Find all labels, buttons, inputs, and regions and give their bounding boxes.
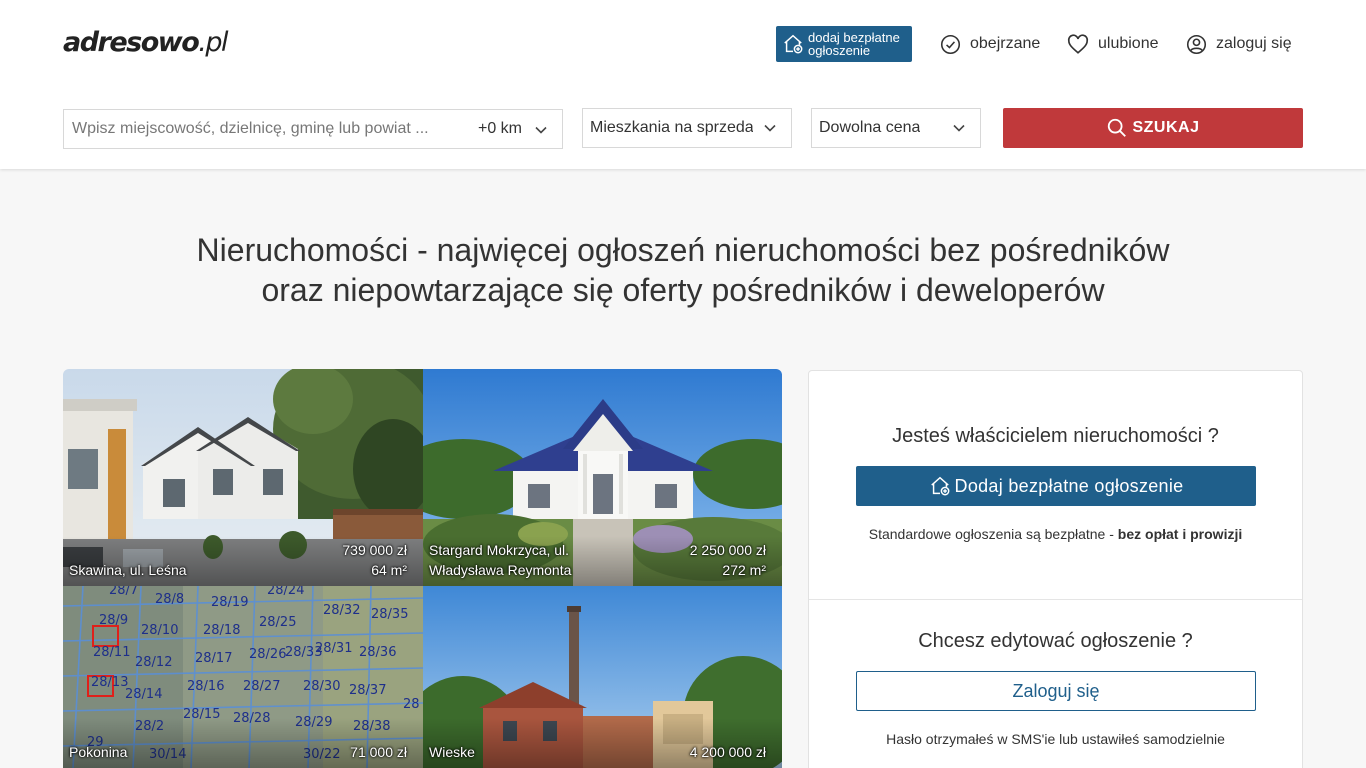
headline-line-1: Nieruchomości - najwięcej ogłoszeń nieru… (196, 232, 1170, 268)
svg-text:28/32: 28/32 (323, 603, 360, 618)
svg-text:28/17: 28/17 (195, 651, 232, 666)
nav-login-label: zaloguj się (1216, 35, 1292, 52)
radius-selector[interactable]: +0 km (478, 120, 522, 138)
svg-text:28/27: 28/27 (243, 679, 280, 694)
headline-line-2: oraz niepowtarzające się oferty pośredni… (261, 272, 1105, 308)
nav-login[interactable]: zaloguj się (1186, 32, 1292, 56)
nav-viewed-label: obejrzane (970, 35, 1041, 52)
svg-text:28/8: 28/8 (155, 592, 184, 607)
free-note: Standardowe ogłoszenia są bezpłatne - be… (809, 526, 1302, 542)
search-button-label: SZUKAJ (1132, 119, 1200, 136)
property-type-select[interactable]: Mieszkania na sprzedaż (582, 108, 792, 148)
free-note-text: Standardowe ogłoszenia są bezpłatne - (868, 526, 1118, 542)
svg-text:28/11: 28/11 (93, 645, 130, 660)
password-note: Hasło otrzymałeś w SMS'ie lub ustawiłeś … (886, 731, 1225, 747)
site-header: adresowo.pl dodaj bezpłatne ogłoszenie o… (0, 0, 1366, 169)
listing-price: 71 000 zł (350, 742, 407, 762)
site-logo[interactable]: adresowo.pl (63, 27, 229, 58)
listing-price: 739 000 zł 64 m² (342, 540, 407, 580)
svg-text:28/10: 28/10 (141, 623, 178, 638)
heart-icon (1067, 33, 1089, 54)
check-circle-icon (940, 34, 961, 54)
search-button[interactable]: SZUKAJ (1003, 108, 1303, 148)
listing-tile[interactable]: Stargard Mokrzyca, ul. Władysława Reymon… (423, 369, 782, 586)
login-button-label: Zaloguj się (1012, 680, 1100, 701)
add-free-listing-label: Dodaj bezpłatne ogłoszenie (954, 475, 1184, 496)
owner-panel: Jesteś właścicielem nieruchomości ? Doda… (808, 370, 1303, 768)
featured-listings: Skawina, ul. Leśna 739 000 zł 64 m² Star… (63, 369, 782, 768)
owner-title: Jesteś właścicielem nieruchomości ? (892, 425, 1219, 447)
search-icon (1108, 118, 1127, 137)
listing-location: Pokonina (69, 744, 128, 760)
listing-price: 4 200 000 zł (690, 742, 766, 762)
svg-text:28/37: 28/37 (349, 683, 386, 698)
location-search-input[interactable] (64, 110, 464, 148)
listing-price-value: 4 200 000 zł (689, 744, 766, 760)
listing-location: Stargard Mokrzyca, ul. Władysława Reymon… (429, 542, 572, 578)
nav-favorites[interactable]: ulubione (1067, 32, 1159, 56)
logo-main: adresowo (63, 27, 200, 58)
svg-text:28/31: 28/31 (315, 641, 352, 656)
chevron-down-icon[interactable] (534, 123, 548, 137)
svg-text:28/36: 28/36 (359, 645, 396, 660)
house-plus-icon (930, 476, 949, 496)
svg-text:28/30: 28/30 (303, 679, 340, 694)
listing-location: Skawina, ul. Leśna (69, 562, 187, 578)
listing-price-value: 2 250 000 zł (689, 542, 766, 558)
chevron-down-icon (953, 124, 965, 132)
nav-favorites-label: ulubione (1098, 35, 1159, 52)
svg-text:28/16: 28/16 (187, 679, 224, 694)
listing-area: 64 m² (371, 562, 407, 578)
svg-text:28/14: 28/14 (125, 687, 162, 702)
price-value: Dowolna cena (819, 119, 921, 136)
page-headline: Nieruchomości - najwięcej ogłoszeń nieru… (0, 230, 1366, 310)
add-listing-label: dodaj bezpłatne ogłoszenie (808, 30, 900, 58)
login-button[interactable]: Zaloguj się (856, 671, 1256, 711)
property-type-value: Mieszkania na sprzedaż (590, 119, 753, 136)
edit-title: Chcesz edytować ogłoszenie ? (918, 630, 1193, 652)
listing-tile[interactable]: Wieske 4 200 000 zł (423, 586, 782, 768)
listing-area: 272 m² (722, 562, 766, 578)
svg-text:28/12: 28/12 (135, 655, 172, 670)
logo-tld: .pl (198, 27, 228, 58)
panel-divider (809, 599, 1302, 600)
listing-tile[interactable]: Skawina, ul. Leśna 739 000 zł 64 m² (63, 369, 423, 586)
svg-text:28/9: 28/9 (99, 613, 128, 628)
listing-location: Wieske (429, 744, 475, 760)
listing-price-value: 71 000 zł (350, 744, 407, 760)
svg-text:28: 28 (403, 697, 420, 712)
svg-text:28/26: 28/26 (249, 647, 286, 662)
location-search: +0 km (63, 109, 563, 149)
listing-tile[interactable]: 28/7 28/8 28/19 28/24 28/32 28/35 28/9 28/10 2… (63, 586, 423, 768)
listing-price: 2 250 000 zł 272 m² (690, 540, 766, 580)
listing-price-value: 739 000 zł (342, 542, 407, 558)
svg-text:28/25: 28/25 (259, 615, 296, 630)
add-free-listing-button[interactable]: Dodaj bezpłatne ogłoszenie (856, 466, 1256, 506)
add-listing-button[interactable]: dodaj bezpłatne ogłoszenie (776, 26, 912, 62)
svg-text:28/7: 28/7 (109, 586, 138, 598)
svg-text:28/35: 28/35 (371, 607, 408, 622)
chevron-down-icon (764, 124, 776, 132)
house-plus-icon (784, 34, 803, 54)
svg-text:28/24: 28/24 (267, 586, 304, 598)
price-select[interactable]: Dowolna cena (811, 108, 981, 148)
svg-text:28/18: 28/18 (203, 623, 240, 638)
svg-text:28/13: 28/13 (91, 675, 128, 690)
free-note-bold: bez opłat i prowizji (1117, 526, 1243, 542)
user-circle-icon (1186, 34, 1207, 54)
nav-viewed[interactable]: obejrzane (940, 32, 1040, 56)
svg-text:28/19: 28/19 (211, 595, 248, 610)
